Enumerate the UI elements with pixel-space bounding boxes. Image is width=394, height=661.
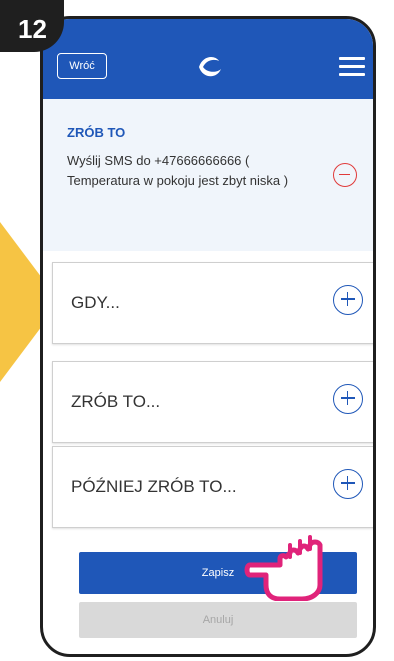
back-button[interactable]: Wróć — [57, 53, 107, 79]
action-description: Wyślij SMS do +47666666666 ( Temperatura… — [67, 153, 289, 188]
action-heading: ZRÓB TO — [67, 125, 126, 140]
pointing-hand-icon — [244, 535, 323, 601]
section-do[interactable]: ZRÓB TO... — [52, 361, 373, 443]
section-when[interactable]: GDY... — [52, 262, 373, 344]
cancel-button[interactable]: Anuluj — [79, 602, 357, 638]
minus-circle-icon[interactable] — [333, 163, 357, 187]
hamburger-menu-icon[interactable] — [339, 57, 365, 77]
plus-circle-icon[interactable] — [333, 285, 363, 315]
section-later-label: PÓŹNIEJ ZRÓB TO... — [71, 477, 237, 496]
app-header: Wróć — [43, 19, 373, 99]
plus-circle-icon[interactable] — [333, 384, 363, 414]
plus-circle-icon[interactable] — [333, 469, 363, 499]
section-when-label: GDY... — [71, 293, 120, 312]
do-this-action: ZRÓB TO Wyślij SMS do +47666666666 ( Tem… — [43, 99, 373, 251]
brand-logo — [199, 57, 221, 77]
section-do-label: ZRÓB TO... — [71, 392, 161, 411]
step-number: 12 — [18, 14, 47, 44]
